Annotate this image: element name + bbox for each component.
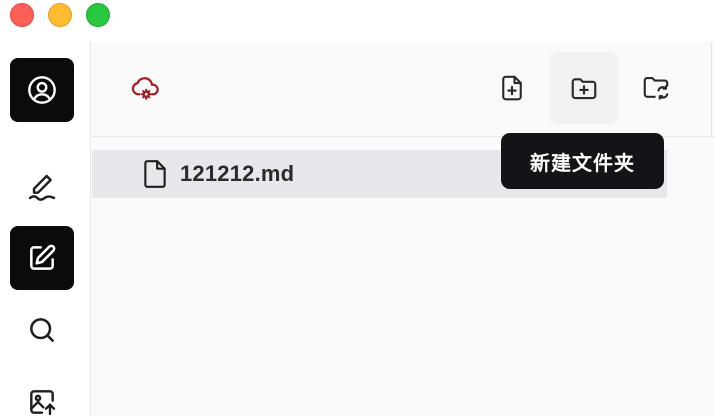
new-file-icon <box>502 75 522 101</box>
sidebar-item-signature[interactable] <box>10 154 74 218</box>
app-window: 121212.md 新建文件夹 <box>0 0 714 416</box>
sidebar-item-image-upload[interactable] <box>10 370 74 416</box>
minimize-window-button[interactable] <box>48 3 72 27</box>
sidebar-item-account[interactable] <box>10 58 74 122</box>
refresh-folder-button[interactable] <box>621 52 691 124</box>
window-controls <box>10 3 110 27</box>
file-icon <box>142 159 170 189</box>
activity-sidebar <box>0 42 91 416</box>
file-toolbar <box>92 42 714 137</box>
image-upload-icon <box>30 390 56 416</box>
refresh-folder-icon <box>643 76 669 100</box>
new-file-button[interactable] <box>477 52 547 124</box>
panel-divider <box>711 42 712 136</box>
sidebar-item-editor[interactable] <box>10 226 74 290</box>
file-name: 121212.md <box>180 161 295 186</box>
search-icon <box>30 318 54 342</box>
account-icon <box>28 76 56 104</box>
new-folder-icon <box>571 78 597 100</box>
sidebar-item-search[interactable] <box>10 298 74 362</box>
close-window-button[interactable] <box>10 3 34 27</box>
edit-icon <box>30 244 56 270</box>
new-folder-tooltip: 新建文件夹 <box>501 133 664 189</box>
new-folder-button[interactable] <box>549 52 619 124</box>
signature-pen-icon <box>28 174 56 201</box>
cloud-settings-icon <box>131 77 159 100</box>
sync-settings-button[interactable] <box>110 52 180 124</box>
file-panel: 121212.md <box>92 42 714 416</box>
zoom-window-button[interactable] <box>86 3 110 27</box>
